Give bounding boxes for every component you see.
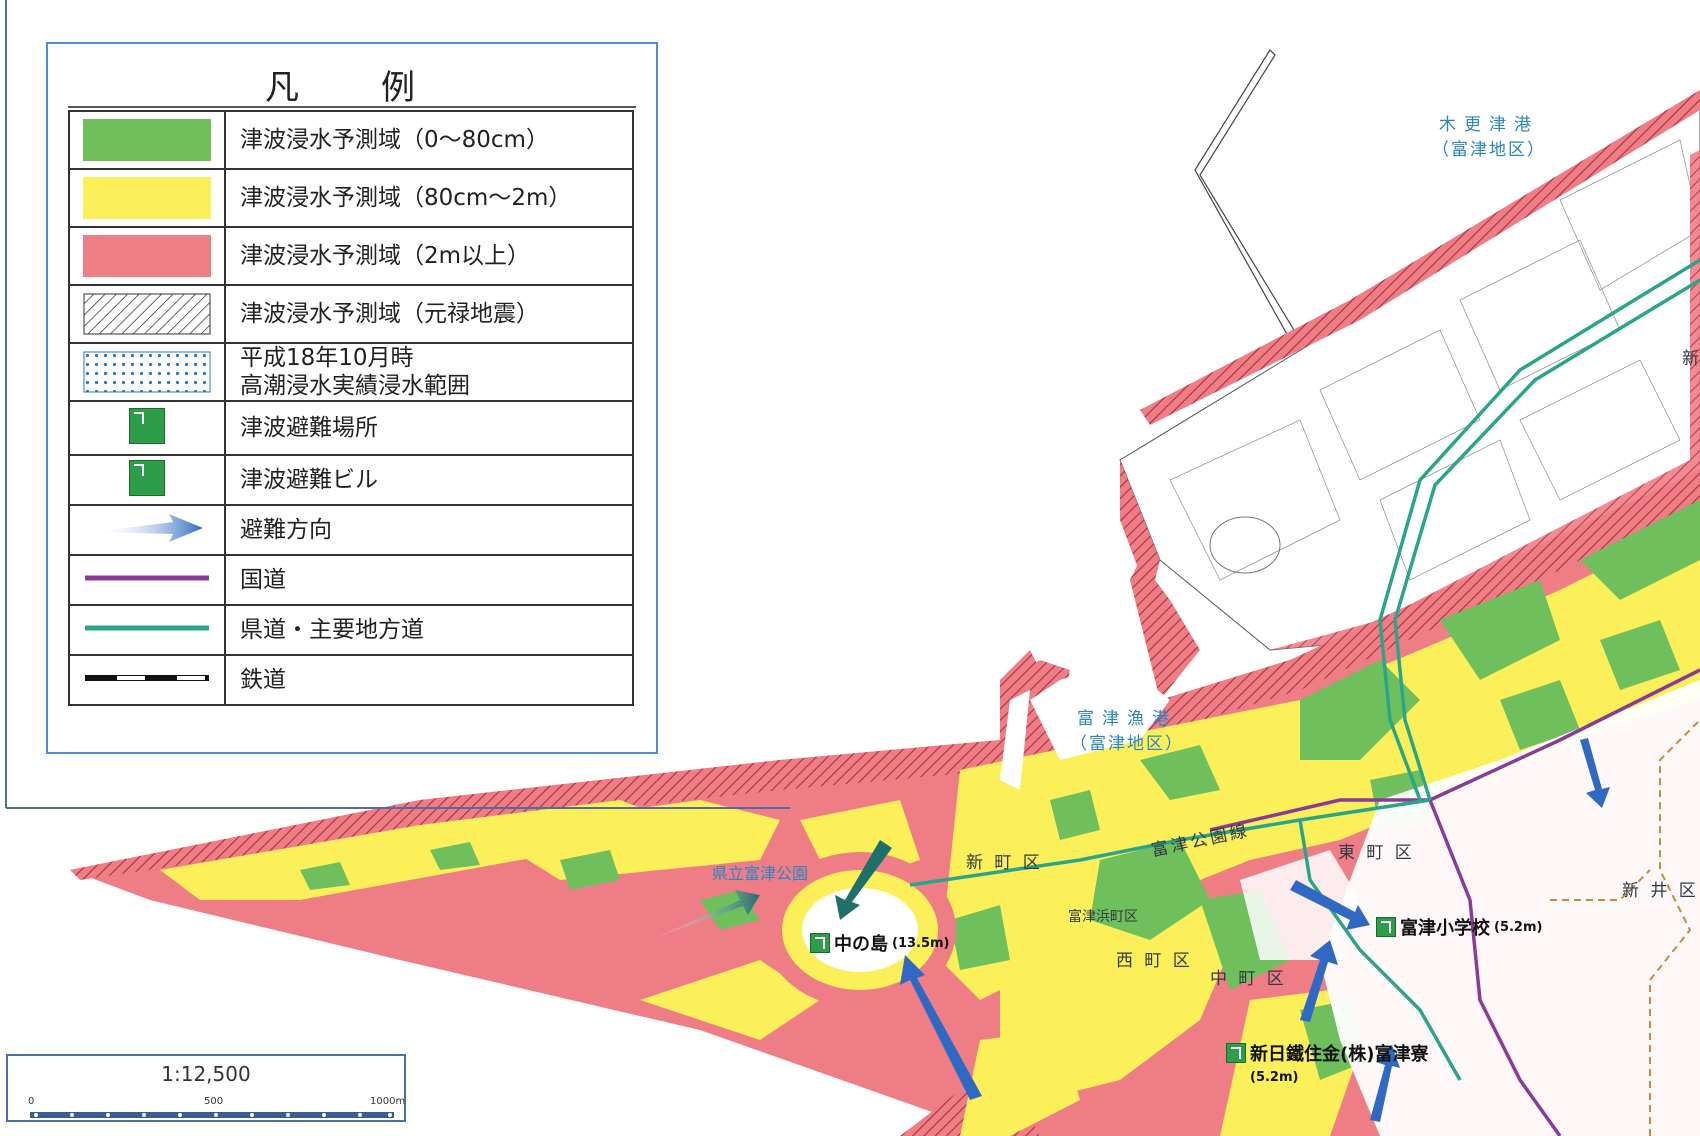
futtsu-port-name: 富津漁港 bbox=[1077, 709, 1177, 729]
shelter-name: 新日鐵住金(株)富津寮 bbox=[1250, 1044, 1429, 1065]
railway-line bbox=[85, 675, 209, 681]
shelter-name: 富津小学校 bbox=[1400, 918, 1490, 939]
legend-label: 津波浸水予測域（0～80cm） bbox=[224, 110, 634, 170]
legend-row: 津波浸水予測域（0～80cm） bbox=[68, 110, 634, 170]
shelter-futtsu-school: 富津小学校 (5.2m) bbox=[1376, 914, 1542, 940]
legend-table: 津波浸水予測域（0～80cm） 津波浸水予測域（80cm～2m） 津波浸水予測域… bbox=[68, 110, 634, 706]
legend-label: 平成18年10月時 高潮浸水実績浸水範囲 bbox=[224, 342, 634, 402]
kisarazu-port-label: 木更津港 （富津地区） bbox=[1432, 110, 1546, 160]
scale-tick: 500 bbox=[204, 1096, 224, 1107]
evacuation-site-icon bbox=[129, 408, 165, 444]
legend-label: 県道・主要地方道 bbox=[224, 604, 634, 656]
national-road-line bbox=[85, 575, 209, 581]
legend-row: 避難方向 bbox=[68, 504, 634, 556]
shelter-height: (13.5m) bbox=[892, 935, 950, 951]
nakamachi-label: 中 町 区 bbox=[1210, 969, 1287, 989]
scale-tick: 1000m bbox=[370, 1096, 406, 1107]
yellow-swatch bbox=[83, 177, 211, 219]
shelter-height: (5.2m) bbox=[1250, 1070, 1299, 1085]
legend-label: 津波浸水予測域（2m以上） bbox=[224, 226, 634, 286]
breakwater bbox=[1194, 49, 1301, 346]
legend-divider bbox=[68, 106, 636, 108]
shelter-nakanoshima: 中の島 (13.5m) bbox=[810, 930, 950, 956]
legend-row: 鉄道 bbox=[68, 654, 634, 706]
shelter-name: 中の島 bbox=[834, 934, 888, 955]
nishimachi-label: 西 町 区 bbox=[1116, 951, 1193, 971]
shelter-dormitory: 新日鐵住金(株)富津寮 (5.2m) bbox=[1226, 1040, 1466, 1085]
legend-label-line1: 平成18年10月時 bbox=[240, 345, 414, 371]
legend: 凡 例 津波浸水予測域（0～80cm） 津波浸水予測域（80cm～2m） 津波浸… bbox=[46, 42, 658, 754]
legend-row: 県道・主要地方道 bbox=[68, 604, 634, 656]
legend-row: 津波避難ビル bbox=[68, 454, 634, 506]
legend-label: 津波浸水予測域（元禄地震） bbox=[224, 284, 634, 344]
red-swatch bbox=[83, 235, 211, 277]
shinmachi-label: 新 町 区 bbox=[966, 853, 1043, 873]
legend-label: 津波避難場所 bbox=[224, 400, 634, 456]
hatch-swatch bbox=[83, 293, 211, 335]
legend-row: 平成18年10月時 高潮浸水実績浸水範囲 bbox=[68, 342, 634, 402]
legend-label: 国道 bbox=[224, 554, 634, 606]
evacuation-site-icon bbox=[1376, 917, 1396, 937]
edge-district-label: 新 bbox=[1682, 349, 1700, 369]
futtsu-fishing-port-label: 富津漁港 （富津地区） bbox=[1070, 704, 1184, 754]
scale-bar-line bbox=[30, 1112, 394, 1118]
futtsuhama-label: 富津浜町区 bbox=[1068, 909, 1138, 925]
araimachi-label: 新 井 区 bbox=[1622, 881, 1699, 901]
legend-row: 津波浸水予測域（2m以上） bbox=[68, 226, 634, 286]
evacuation-arrow-icon bbox=[93, 514, 203, 542]
legend-row: 国道 bbox=[68, 554, 634, 606]
legend-label-line2: 高潮浸水実績浸水範囲 bbox=[240, 373, 470, 399]
kisarazu-port-name: 木更津港 bbox=[1439, 115, 1539, 135]
legend-label: 津波避難ビル bbox=[224, 454, 634, 506]
scale-tick: 0 bbox=[28, 1096, 35, 1107]
legend-label: 津波浸水予測域（80cm～2m） bbox=[224, 168, 634, 228]
dot-swatch bbox=[83, 351, 211, 393]
futtsu-port-district: （富津地区） bbox=[1070, 734, 1184, 754]
legend-label: 鉄道 bbox=[224, 654, 634, 706]
evacuation-building-icon bbox=[1226, 1043, 1246, 1063]
legend-row: 津波避難場所 bbox=[68, 400, 634, 456]
shelter-height: (5.2m) bbox=[1494, 919, 1543, 935]
evacuation-site-icon bbox=[810, 933, 830, 953]
evacuation-building-icon bbox=[129, 460, 165, 496]
legend-label: 避難方向 bbox=[224, 504, 634, 556]
scale-bar: 1:12,500 0 500 1000m bbox=[6, 1054, 406, 1122]
kisarazu-port-district: （富津地区） bbox=[1432, 140, 1546, 160]
futtsu-park-label: 県立富津公園 bbox=[712, 864, 809, 883]
prefectural-road-line bbox=[85, 625, 209, 631]
green-swatch bbox=[83, 119, 211, 161]
scale-ratio: 1:12,500 bbox=[161, 1062, 251, 1086]
legend-title: 凡 例 bbox=[265, 68, 439, 108]
legend-row: 津波浸水予測域（80cm～2m） bbox=[68, 168, 634, 228]
higashimachi-label: 東 町 区 bbox=[1338, 843, 1415, 863]
legend-row: 津波浸水予測域（元禄地震） bbox=[68, 284, 634, 344]
